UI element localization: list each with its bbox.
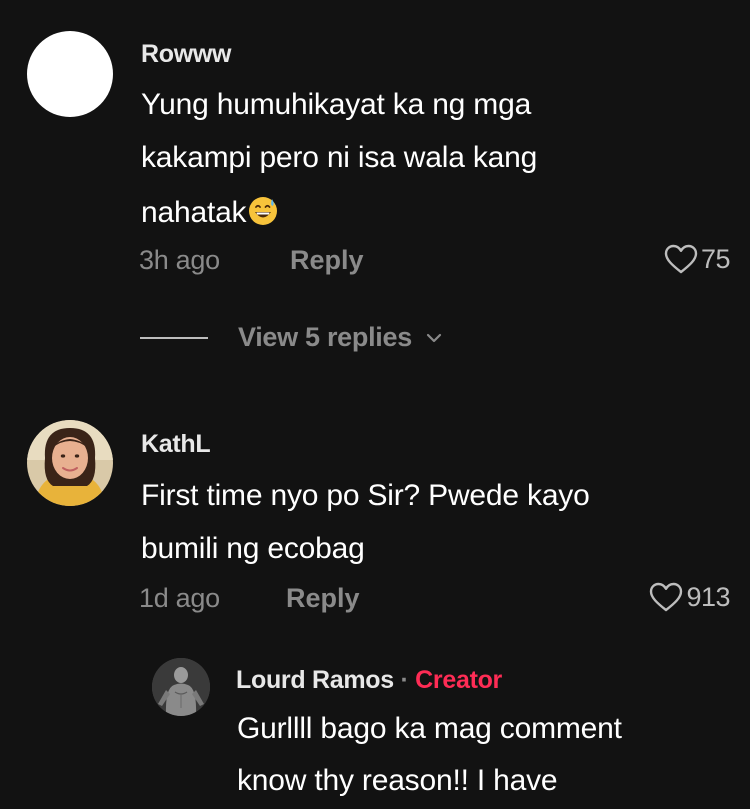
divider-line (140, 336, 208, 339)
like-count: 75 (700, 243, 731, 274)
like-button[interactable]: 913 (648, 581, 730, 613)
comment-text-line: kakampi pero ni isa wala kang (141, 141, 538, 174)
heart-icon (663, 243, 699, 275)
comment-text-line: Yung humuhikayat ka ng mga (141, 88, 532, 121)
chevron-down-icon (426, 332, 442, 344)
reply-username[interactable]: Lourd Ramos (236, 666, 394, 694)
comment-username[interactable]: Rowww (141, 40, 231, 69)
reply-text-line: know thy reason!! I have (237, 764, 558, 797)
avatar[interactable] (152, 658, 210, 716)
view-replies-label: View 5 replies (238, 322, 412, 352)
grinning-sweat-emoji (248, 196, 278, 232)
reply-username-row: Lourd Ramos · Creator (236, 666, 502, 695)
reply-button[interactable]: Reply (290, 245, 364, 276)
reply-item: Lourd Ramos · Creator Gurllll bago ka ma… (0, 650, 750, 809)
comment-item: Rowww Yung humuhikayat ka ng mga kakampi… (0, 0, 750, 300)
reply-text-line: Gurllll bago ka mag comment (237, 712, 622, 745)
heart-icon (648, 581, 684, 613)
reply-button[interactable]: Reply (286, 583, 360, 614)
comment-text-segment: nahatak (141, 195, 247, 229)
like-button[interactable]: 75 (663, 243, 731, 275)
creator-badge: Creator (415, 666, 502, 694)
comment-timestamp: 1d ago (139, 583, 220, 613)
avatar[interactable] (27, 420, 113, 506)
view-replies-button[interactable]: View 5 replies (140, 322, 442, 353)
like-count: 913 (686, 581, 730, 612)
comment-username[interactable]: KathL (141, 430, 211, 459)
avatar[interactable] (27, 31, 113, 117)
comment-timestamp: 3h ago (139, 245, 220, 275)
comment-text-line: bumili ng ecobag (141, 532, 365, 565)
comment-text-line: nahatak (141, 196, 278, 232)
comment-text-line: First time nyo po Sir? Pwede kayo (141, 479, 590, 512)
separator-dot: · (400, 666, 409, 694)
comment-item: KathL First time nyo po Sir? Pwede kayo … (0, 400, 750, 640)
